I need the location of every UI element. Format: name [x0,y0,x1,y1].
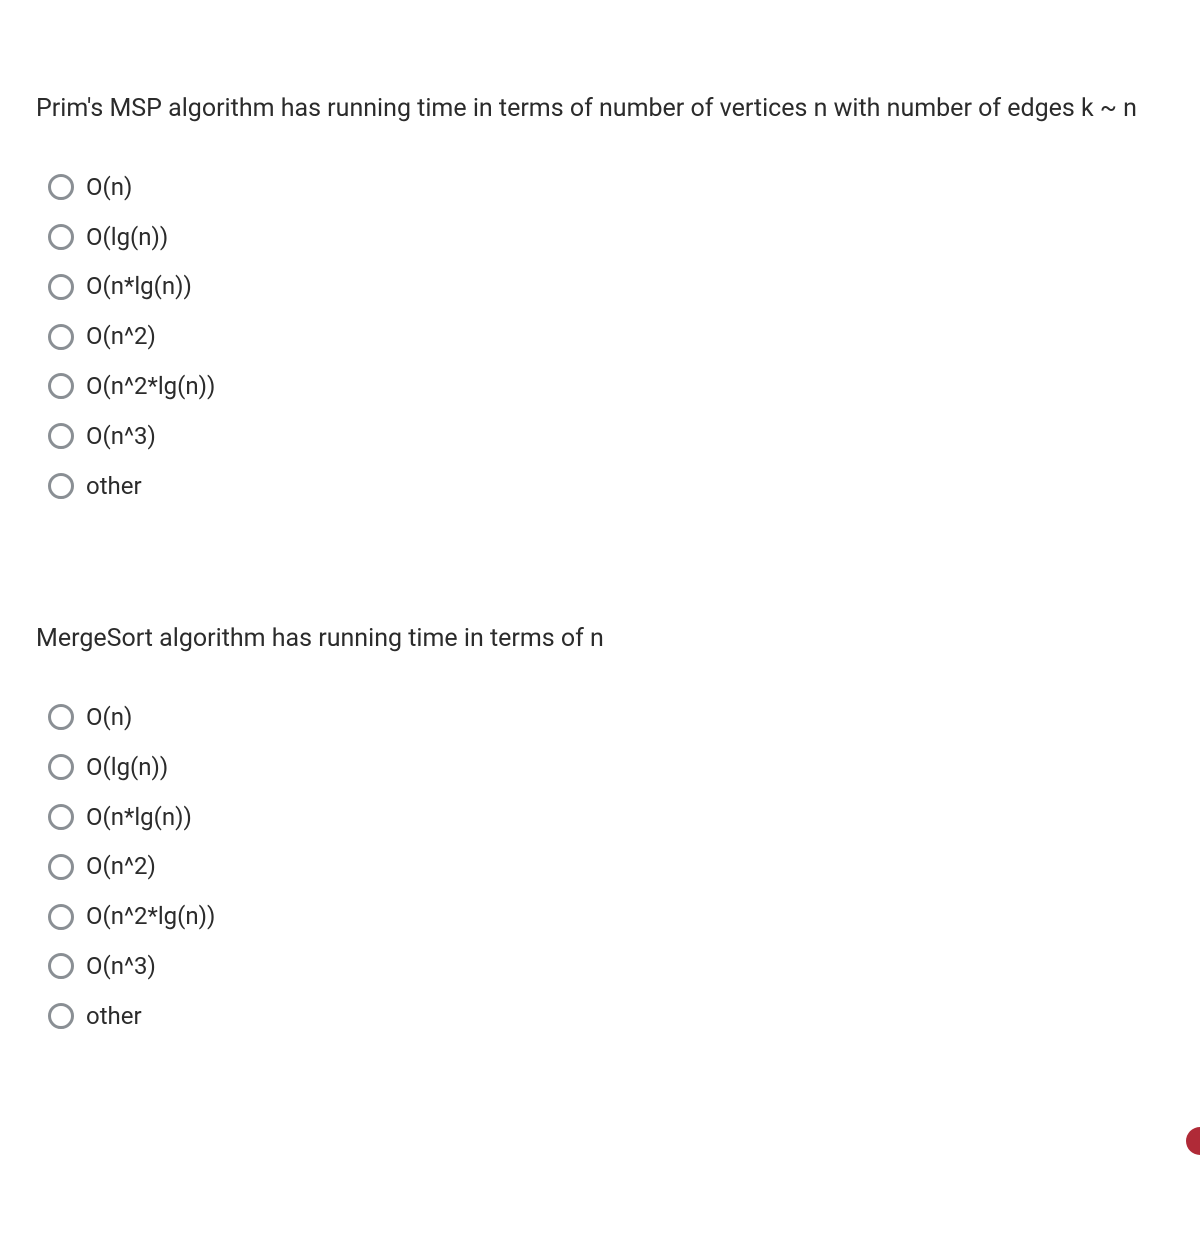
question-block-1: Prim's MSP algorithm has running time in… [36,90,1164,500]
option-row[interactable]: O(n) [48,703,1164,732]
radio-icon[interactable] [48,804,74,830]
radio-icon[interactable] [48,953,74,979]
radio-icon[interactable] [48,373,74,399]
option-label: O(n^2*lg(n)) [86,372,215,401]
option-row[interactable]: other [48,472,1164,501]
radio-icon[interactable] [48,224,74,250]
option-row[interactable]: O(n^2) [48,322,1164,351]
option-label: O(n^2) [86,852,156,881]
radio-icon[interactable] [48,423,74,449]
option-label: O(n) [86,173,132,202]
radio-icon[interactable] [48,473,74,499]
option-label: O(n) [86,703,132,732]
option-label: O(n^2) [86,322,156,351]
option-row[interactable]: other [48,1002,1164,1031]
question-2-options: O(n) O(lg(n)) O(n*lg(n)) O(n^2) O(n^2*lg… [36,703,1164,1031]
option-row[interactable]: O(n^3) [48,422,1164,451]
question-prompt: Prim's MSP algorithm has running time in… [36,90,1164,129]
option-label: other [86,1002,142,1031]
option-label: O(n*lg(n)) [86,272,192,301]
option-row[interactable]: O(n^3) [48,952,1164,981]
option-label: other [86,472,142,501]
quiz-page: Prim's MSP algorithm has running time in… [0,0,1200,1211]
radio-icon[interactable] [48,704,74,730]
option-label: O(n^3) [86,422,156,451]
option-row[interactable]: O(lg(n)) [48,753,1164,782]
radio-icon[interactable] [48,274,74,300]
option-label: O(n^2*lg(n)) [86,902,215,931]
option-row[interactable]: O(n^2*lg(n)) [48,902,1164,931]
option-label: O(lg(n)) [86,753,168,782]
option-row[interactable]: O(lg(n)) [48,223,1164,252]
option-label: O(lg(n)) [86,223,168,252]
radio-icon[interactable] [48,174,74,200]
option-row[interactable]: O(n*lg(n)) [48,803,1164,832]
option-label: O(n*lg(n)) [86,803,192,832]
option-label: O(n^3) [86,952,156,981]
option-row[interactable]: O(n*lg(n)) [48,272,1164,301]
radio-icon[interactable] [48,1003,74,1029]
question-block-2: MergeSort algorithm has running time in … [36,620,1164,1030]
question-prompt: MergeSort algorithm has running time in … [36,620,1164,659]
option-row[interactable]: O(n) [48,173,1164,202]
radio-icon[interactable] [48,904,74,930]
option-row[interactable]: O(n^2*lg(n)) [48,372,1164,401]
option-row[interactable]: O(n^2) [48,852,1164,881]
question-1-options: O(n) O(lg(n)) O(n*lg(n)) O(n^2) O(n^2*lg… [36,173,1164,501]
radio-icon[interactable] [48,754,74,780]
radio-icon[interactable] [48,324,74,350]
radio-icon[interactable] [48,854,74,880]
